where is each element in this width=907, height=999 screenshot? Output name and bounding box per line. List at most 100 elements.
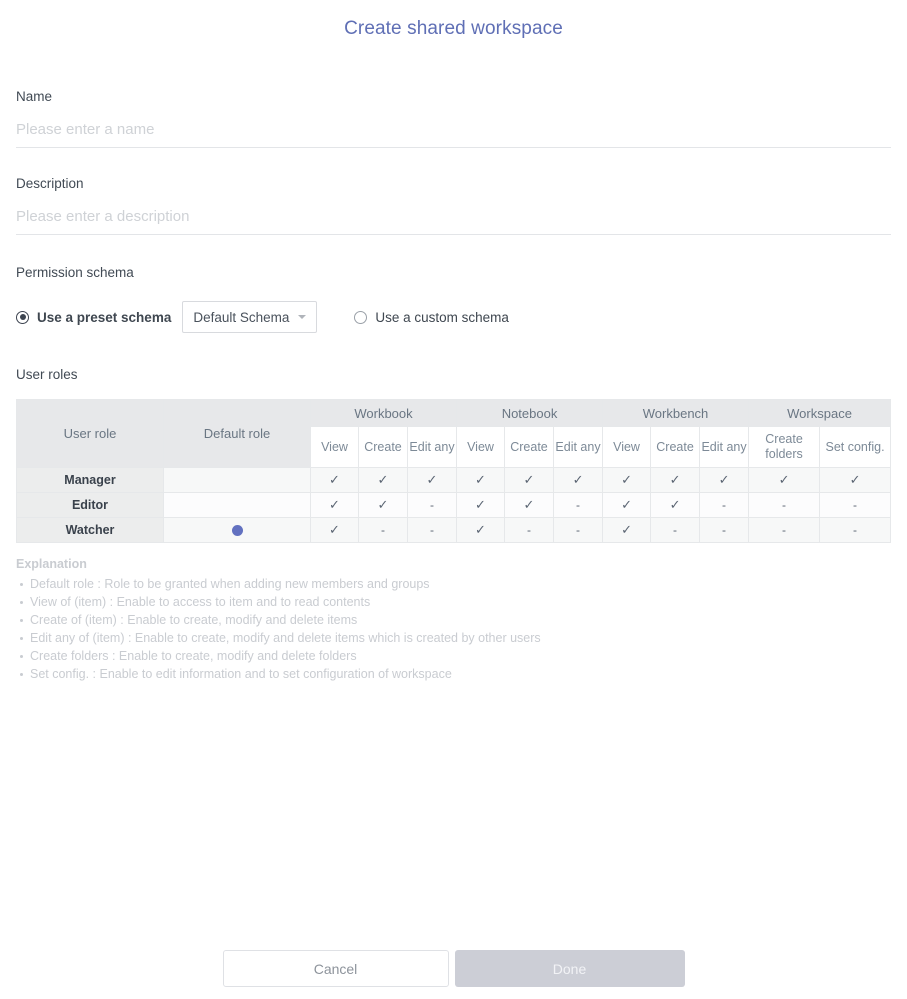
permission-cell: ✓ — [748, 467, 821, 493]
header-workbench-view: View — [602, 426, 652, 468]
check-icon: ✓ — [572, 472, 584, 487]
check-icon: ✓ — [523, 472, 535, 487]
permission-cell: ✓ — [504, 467, 554, 493]
dash-icon: - — [576, 523, 581, 537]
dash-icon: - — [722, 498, 727, 512]
dash-icon: - — [576, 498, 581, 512]
dash-icon: - — [430, 523, 434, 537]
chevron-down-icon — [298, 315, 307, 319]
default-role-dot-icon — [231, 525, 243, 537]
permission-cell: ✓ — [310, 467, 359, 493]
dash-icon: - — [853, 498, 858, 512]
permission-cell: ✓ — [407, 467, 457, 493]
explanation-item: Set config. : Enable to edit information… — [16, 665, 891, 683]
user-roles-label: User roles — [16, 367, 78, 382]
permission-schema-options: Use a preset schema Default Schema Use a… — [16, 300, 891, 334]
page-title: Create shared workspace — [344, 18, 563, 39]
permission-schema-label: Permission schema — [16, 265, 134, 280]
header-group-notebook: Notebook — [455, 399, 604, 427]
header-workspace-create-folders: Create folders — [748, 426, 821, 468]
check-icon: ✓ — [426, 472, 438, 487]
dialog-footer: Cancel Done — [0, 950, 907, 987]
permission-cell: - — [552, 517, 604, 543]
explanation-item: Create folders : Enable to create, modif… — [16, 647, 891, 665]
header-workbench-create: Create — [650, 426, 701, 468]
name-input[interactable] — [16, 121, 891, 148]
permission-cell: ✓ — [819, 467, 892, 493]
permission-cell: ✓ — [456, 467, 505, 493]
header-user-role: User role — [16, 399, 164, 468]
schema-select[interactable]: Default Schema — [182, 301, 318, 333]
custom-schema-option[interactable]: Use a custom schema — [354, 310, 509, 325]
permission-cell: ✓ — [456, 517, 505, 543]
dash-icon: - — [430, 498, 434, 512]
dash-icon: - — [782, 523, 787, 537]
explanation-item: View of (item) : Enable to access to ite… — [16, 593, 891, 611]
check-icon: ✓ — [621, 522, 632, 537]
create-shared-workspace-dialog: Create shared workspace Name Description… — [0, 0, 907, 999]
explanation-item: Default role : Role to be granted when a… — [16, 575, 891, 593]
check-icon: ✓ — [377, 472, 389, 487]
permission-cell: - — [650, 517, 701, 543]
permission-cell: - — [699, 492, 750, 518]
header-group-workbench: Workbench — [602, 399, 750, 427]
permission-cell: ✓ — [602, 517, 652, 543]
check-icon: ✓ — [377, 497, 389, 512]
check-icon: ✓ — [621, 472, 632, 487]
dash-icon: - — [381, 523, 385, 537]
table-body: Manager ✓ ✓ ✓ ✓ ✓ ✓ ✓ ✓ ✓ ✓ ✓ Editor ✓ ✓ - ✓ ✓ - ✓ ✓ - - - Watch… — [16, 467, 892, 543]
permission-cell: ✓ — [456, 492, 505, 518]
explanation-item: Create of (item) : Enable to create, mod… — [16, 611, 891, 629]
explanation-title: Explanation — [16, 557, 87, 571]
permission-cell: ✓ — [358, 467, 408, 493]
header-notebook-view: View — [456, 426, 505, 468]
custom-schema-label: Use a custom schema — [375, 309, 509, 325]
permission-cell: ✓ — [602, 492, 652, 518]
permission-cell: ✓ — [552, 467, 604, 493]
role-name-cell: Manager — [16, 467, 164, 493]
header-notebook-create: Create — [504, 426, 554, 468]
check-icon: ✓ — [475, 497, 486, 512]
permission-cell: ✓ — [699, 467, 750, 493]
name-label: Name — [16, 89, 53, 104]
dash-icon: - — [722, 523, 727, 537]
preset-schema-label: Use a preset schema — [37, 309, 172, 325]
user-roles-table: User role Default role Workbook Notebook… — [16, 399, 892, 543]
permission-cell: ✓ — [650, 492, 701, 518]
custom-schema-radio-icon[interactable] — [354, 310, 368, 324]
check-icon: ✓ — [669, 497, 681, 512]
header-default-role: Default role — [163, 399, 311, 468]
default-role-cell[interactable] — [163, 467, 311, 493]
done-button[interactable]: Done — [454, 950, 685, 987]
table-head: User role Default role Workbook Notebook… — [16, 399, 892, 468]
description-input[interactable] — [16, 208, 891, 235]
permission-cell: ✓ — [358, 492, 408, 518]
cancel-button[interactable]: Cancel — [222, 950, 449, 987]
table-row: Editor ✓ ✓ - ✓ ✓ - ✓ ✓ - - - — [16, 492, 892, 518]
check-icon: ✓ — [849, 472, 861, 487]
description-field-group: Description — [16, 176, 891, 235]
dash-icon: - — [673, 523, 678, 537]
default-role-cell[interactable] — [163, 517, 311, 543]
name-field-group: Name — [16, 89, 891, 148]
check-icon: ✓ — [475, 472, 486, 487]
permission-cell: - — [699, 517, 750, 543]
table-header-group-row: User role Default role Workbook Notebook… — [16, 399, 892, 468]
check-icon: ✓ — [778, 472, 790, 487]
preset-schema-radio-icon[interactable] — [16, 310, 29, 324]
permission-cell: ✓ — [310, 492, 359, 518]
permission-cell: - — [358, 517, 408, 543]
permission-cell: ✓ — [602, 467, 652, 493]
check-icon: ✓ — [329, 522, 340, 537]
header-notebook-edit-any: Edit any — [552, 426, 604, 468]
default-role-cell[interactable] — [163, 492, 311, 518]
permission-cell: ✓ — [504, 492, 554, 518]
preset-schema-option[interactable]: Use a preset schema — [16, 310, 171, 325]
header-group-workspace: Workspace — [748, 399, 892, 427]
header-workbook-create: Create — [358, 426, 408, 468]
header-workbook-edit-any: Edit any — [407, 426, 457, 468]
dash-icon: - — [853, 523, 858, 537]
explanation-section: Explanation Default role : Role to be gr… — [16, 557, 891, 683]
header-workbook-view: View — [310, 426, 359, 468]
explanation-item: Edit any of (item) : Enable to create, m… — [16, 629, 891, 647]
